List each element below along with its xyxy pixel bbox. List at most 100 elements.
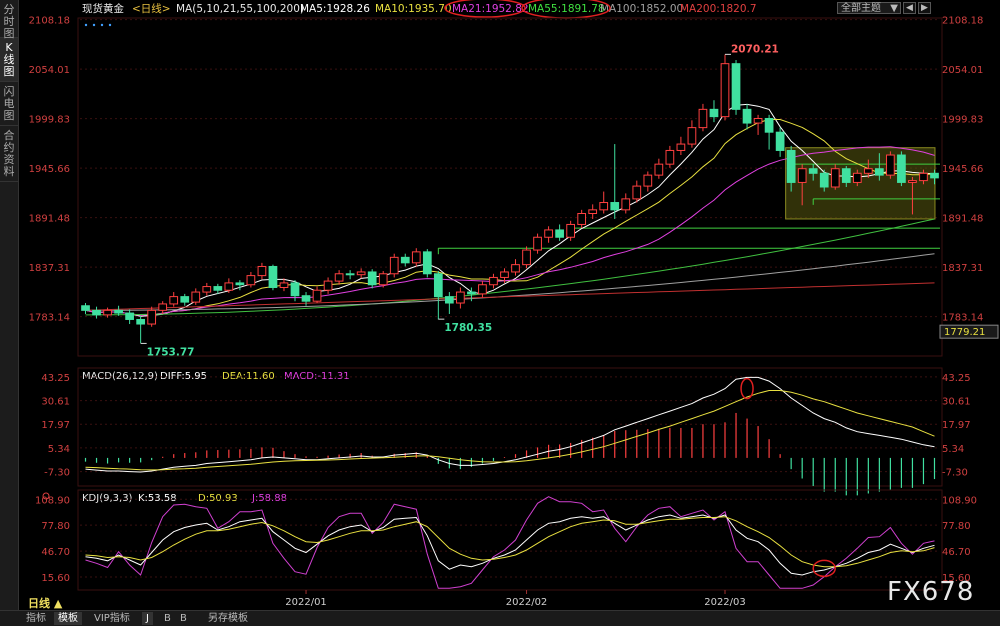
candle-body-15 (246, 275, 256, 286)
kdj-tick-left-0: 15.60 (41, 573, 70, 584)
price-tick-left-6: 2108.18 (29, 16, 70, 27)
header-dot-3 (108, 23, 112, 27)
candle-body-8 (169, 296, 179, 305)
period-label[interactable]: 日线 ▲ (28, 595, 62, 611)
ma-line-200 (85, 282, 935, 311)
candle-body-16 (257, 265, 267, 277)
kdj-legend-1: D:50.93 (198, 493, 238, 504)
candle-body-52 (654, 163, 664, 176)
header-dot-2 (100, 23, 104, 27)
price-tick-right-2: 1891.48 (942, 214, 983, 225)
kdj-tick-right-1: 46.70 (942, 547, 971, 558)
theme-select-label: 全部主题 (841, 3, 881, 14)
candle-body-30 (411, 251, 421, 264)
theme-select[interactable]: 全部主题 ▼ (837, 2, 901, 14)
annotation-label-1: 1780.35 (444, 322, 492, 334)
candle-body-67 (819, 172, 829, 188)
candle-body-17 (268, 265, 278, 288)
chevron-down-icon: ▼ (890, 3, 898, 14)
candle-body-41 (533, 236, 542, 251)
candle-body-32 (433, 273, 443, 298)
candle-body-57 (709, 108, 719, 118)
kdj-tick-left-3: 108.90 (35, 495, 70, 506)
candle-body-19 (290, 282, 300, 297)
candle-body-66 (808, 168, 818, 174)
candle-body-64 (786, 149, 796, 183)
candle-body-9 (180, 296, 190, 303)
candle-body-13 (224, 282, 234, 291)
bottom-tab-3[interactable]: J (142, 612, 153, 625)
candle-body-60 (742, 108, 752, 124)
macd-cross-circle-annotation (740, 377, 754, 400)
nav-left-button[interactable]: ◀ (903, 2, 916, 14)
macd-dea-line (85, 390, 935, 471)
macd-tick-left-3: 30.61 (41, 397, 70, 408)
bottom-tab-5[interactable]: B (176, 612, 191, 625)
macd-tick-left-0: -7.30 (44, 468, 70, 479)
bottom-tab-4[interactable]: B (160, 612, 175, 625)
price-tick-right-3: 1945.66 (942, 164, 983, 175)
bottom-tab-0[interactable]: 指标 (22, 612, 50, 625)
candle-body-36 (478, 284, 487, 295)
candle-body-46 (588, 209, 598, 214)
candle-body-29 (400, 256, 410, 264)
candle-body-7 (158, 303, 168, 311)
candle-body-75 (908, 180, 917, 183)
candle-body-20 (301, 295, 311, 302)
macd-tick-right-3: 30.61 (942, 397, 971, 408)
candle-body-48 (610, 202, 620, 211)
kdj-panel-border (77, 489, 943, 591)
watermark-logo: FX678 (887, 577, 975, 607)
candle-body-56 (698, 108, 708, 129)
x-tick-label-2: 2022/03 (704, 597, 746, 608)
candle-body-2 (103, 309, 112, 316)
candle-body-39 (511, 264, 520, 273)
kdj-tick-right-3: 108.90 (942, 495, 977, 506)
candle-body-63 (775, 131, 785, 151)
macd-tick-left-1: 5.34 (48, 444, 70, 455)
candle-body-14 (235, 282, 245, 286)
macd-tick-right-0: -7.30 (942, 468, 968, 479)
sidebar-tab-2[interactable]: 闪电图 (0, 82, 18, 126)
candle-body-40 (522, 249, 531, 266)
candle-body-54 (676, 143, 686, 151)
candle-body-58 (720, 63, 730, 118)
bottom-tab-2[interactable]: VIP指标 (90, 612, 134, 625)
candle-body-51 (643, 174, 653, 187)
candle-body-1 (92, 309, 101, 316)
candle-body-38 (500, 271, 509, 278)
price-tick-right-4: 1999.83 (942, 115, 983, 126)
chart-canvas: 现货黄金 <日线> MA(5,10,21,55,100,200)MA5:1928.2… (29, 0, 999, 608)
candle-body-49 (621, 198, 631, 211)
macd-tick-left-2: 17.97 (41, 420, 70, 431)
macd-legend-0: DIFF:5.95 (160, 371, 207, 382)
sidebar-tab-0[interactable]: 分时图 (0, 0, 18, 40)
candle-body-31 (422, 251, 432, 275)
price-tick-left-1: 1837.31 (29, 263, 70, 274)
candle-body-72 (875, 168, 884, 176)
bottom-tab-6[interactable]: 另存模板 (204, 612, 252, 625)
price-tick-right-5: 2054.01 (942, 65, 983, 76)
price-tick-right-0: 1783.14 (942, 313, 983, 324)
candle-body-26 (367, 271, 377, 286)
candle-body-4 (125, 312, 134, 320)
candle-body-74 (897, 154, 906, 183)
sidebar-tab-3[interactable]: 合约资料 (0, 126, 18, 182)
price-tick-left-5: 2054.01 (29, 65, 70, 76)
sidebar-tab-1[interactable]: K线图 (0, 38, 18, 82)
candle-body-24 (345, 273, 355, 276)
candle-body-3 (114, 309, 123, 314)
annotation-label-2: 1753.77 (147, 346, 195, 358)
candle-body-53 (665, 149, 675, 165)
candle-body-28 (389, 256, 399, 275)
candle-body-76 (919, 172, 928, 182)
kdj-title: KDJ(9,3,3) (82, 493, 133, 504)
bottom-bar: 指标 模板 VIP指标 J B B 另存模板 (0, 610, 1000, 626)
price-tick-left-3: 1945.66 (29, 164, 70, 175)
nav-right-button[interactable]: ▶ (918, 2, 931, 14)
header-dot-0 (84, 23, 88, 27)
bottom-tab-1[interactable]: 模板 (54, 612, 82, 625)
kdj-legend-0: K:53.58 (138, 493, 177, 504)
candle-body-47 (599, 202, 609, 211)
candle-body-70 (852, 172, 862, 183)
